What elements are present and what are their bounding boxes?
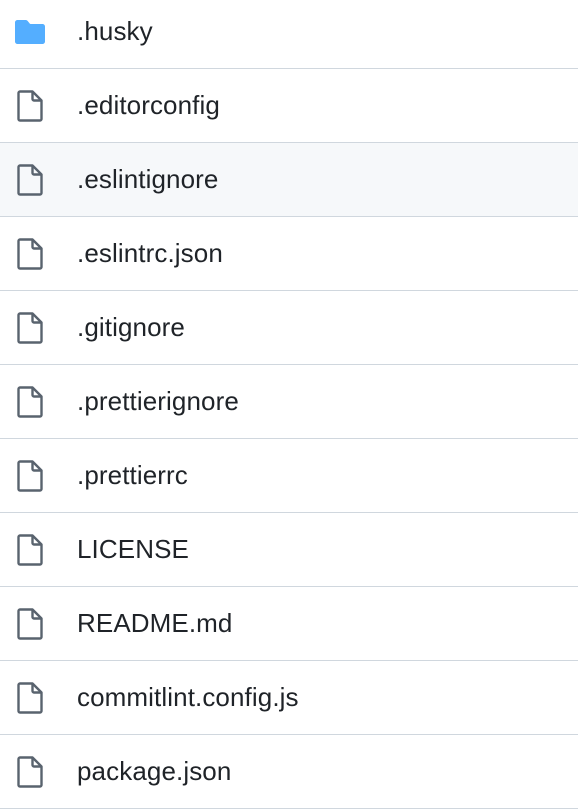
file-name-link[interactable]: LICENSE [77,534,189,565]
file-icon [12,606,48,642]
file-row[interactable]: .eslintrc.json [0,217,578,291]
file-row-highlighted[interactable]: .eslintignore [0,143,578,217]
folder-icon [12,14,48,50]
file-row[interactable]: README.md [0,587,578,661]
file-name-link[interactable]: .prettierrc [77,460,188,491]
file-row[interactable]: LICENSE [0,513,578,587]
file-icon [12,310,48,346]
file-icon [12,754,48,790]
file-name-link[interactable]: README.md [77,608,232,639]
file-name-link[interactable]: .eslintrc.json [77,238,223,269]
file-name-link[interactable]: .editorconfig [77,90,220,121]
file-icon [12,680,48,716]
folder-row-husky[interactable]: .husky [0,0,578,69]
file-icon [12,384,48,420]
file-name-link[interactable]: .prettierignore [77,386,239,417]
file-row[interactable]: .editorconfig [0,69,578,143]
file-name-link[interactable]: .husky [77,16,153,47]
file-row[interactable]: .prettierignore [0,365,578,439]
file-row[interactable]: package.json [0,735,578,809]
file-icon [12,88,48,124]
file-name-link[interactable]: .eslintignore [77,164,219,195]
file-icon [12,458,48,494]
file-icon [12,532,48,568]
file-row[interactable]: commitlint.config.js [0,661,578,735]
file-icon [12,236,48,272]
file-icon [12,162,48,198]
file-name-link[interactable]: commitlint.config.js [77,682,299,713]
file-row[interactable]: .gitignore [0,291,578,365]
file-row[interactable]: .prettierrc [0,439,578,513]
file-list: .husky .editorconfig .eslintignore .esli… [0,0,578,809]
file-name-link[interactable]: package.json [77,756,231,787]
file-name-link[interactable]: .gitignore [77,312,185,343]
